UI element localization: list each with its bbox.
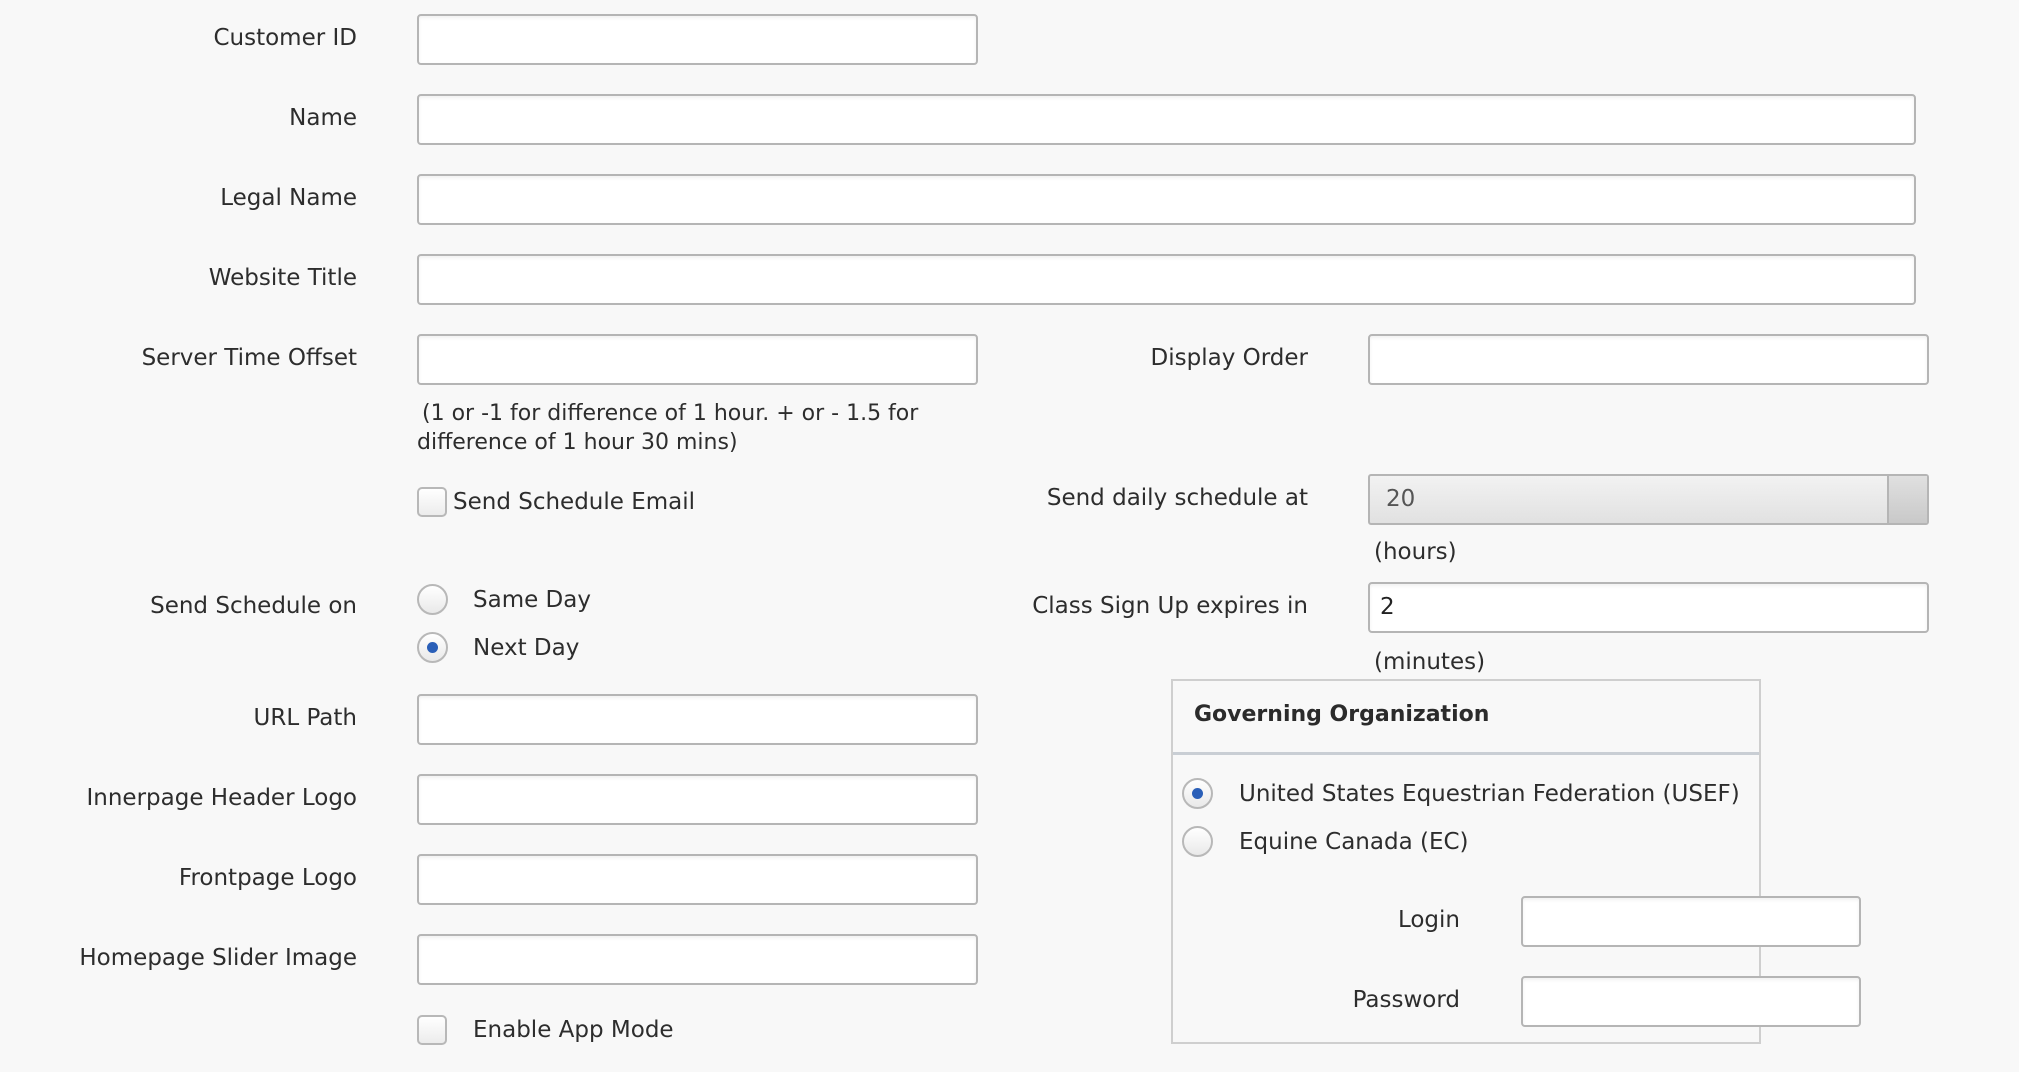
name-label: Name [289,105,357,131]
dropdown-arrow-icon[interactable] [1887,476,1927,523]
radio-selected-dot [427,642,438,653]
send-schedule-email-label: Send Schedule Email [453,489,696,515]
send-schedule-email-checkbox[interactable] [417,487,447,517]
next-day-label: Next Day [473,635,580,661]
innerpage-header-logo-label: Innerpage Header Logo [86,785,357,811]
class-sign-up-expires-label: Class Sign Up expires in [1032,593,1308,619]
display-order-input[interactable] [1368,334,1929,385]
usef-radio[interactable] [1182,778,1213,809]
send-daily-schedule-unit: (hours) [1374,539,1457,565]
name-input[interactable] [417,94,1916,145]
radio-selected-dot [1192,788,1203,799]
frontpage-logo-input[interactable] [417,854,978,905]
same-day-label: Same Day [473,587,591,613]
legal-name-label: Legal Name [220,185,357,211]
homepage-slider-image-label: Homepage Slider Image [79,945,357,971]
innerpage-header-logo-input[interactable] [417,774,978,825]
password-label: Password [1352,987,1460,1013]
same-day-radio[interactable] [417,584,448,615]
login-input[interactable] [1521,896,1861,947]
server-time-offset-label: Server Time Offset [141,345,357,371]
enable-app-mode-checkbox[interactable] [417,1015,447,1045]
password-input[interactable] [1521,976,1861,1027]
url-path-label: URL Path [253,705,357,731]
enable-app-mode-label: Enable App Mode [473,1017,674,1043]
server-time-offset-help: (1 or -1 for difference of 1 hour. + or … [417,401,919,455]
display-order-label: Display Order [1150,345,1308,371]
website-title-label: Website Title [208,265,357,291]
send-daily-schedule-value: 20 [1386,486,1416,512]
governing-organization-title: Governing Organization [1194,702,1490,727]
customer-id-label: Customer ID [213,25,357,51]
class-sign-up-expires-unit: (minutes) [1374,649,1486,675]
ec-label: Equine Canada (EC) [1239,829,1469,855]
login-label: Login [1397,907,1460,933]
usef-label: United States Equestrian Federation (USE… [1239,781,1740,807]
customer-id-input[interactable] [417,14,978,65]
send-daily-schedule-select[interactable]: 20 [1368,474,1929,525]
frontpage-logo-label: Frontpage Logo [178,865,357,891]
governing-organization-header: Governing Organization [1173,681,1759,755]
next-day-radio[interactable] [417,632,448,663]
server-time-offset-input[interactable] [417,334,978,385]
website-title-input[interactable] [417,254,1916,305]
class-sign-up-expires-input[interactable]: 2 [1368,582,1929,633]
url-path-input[interactable] [417,694,978,745]
send-daily-schedule-label: Send daily schedule at [1046,485,1308,511]
legal-name-input[interactable] [417,174,1916,225]
ec-radio[interactable] [1182,826,1213,857]
homepage-slider-image-input[interactable] [417,934,978,985]
send-schedule-on-label: Send Schedule on [150,593,357,619]
